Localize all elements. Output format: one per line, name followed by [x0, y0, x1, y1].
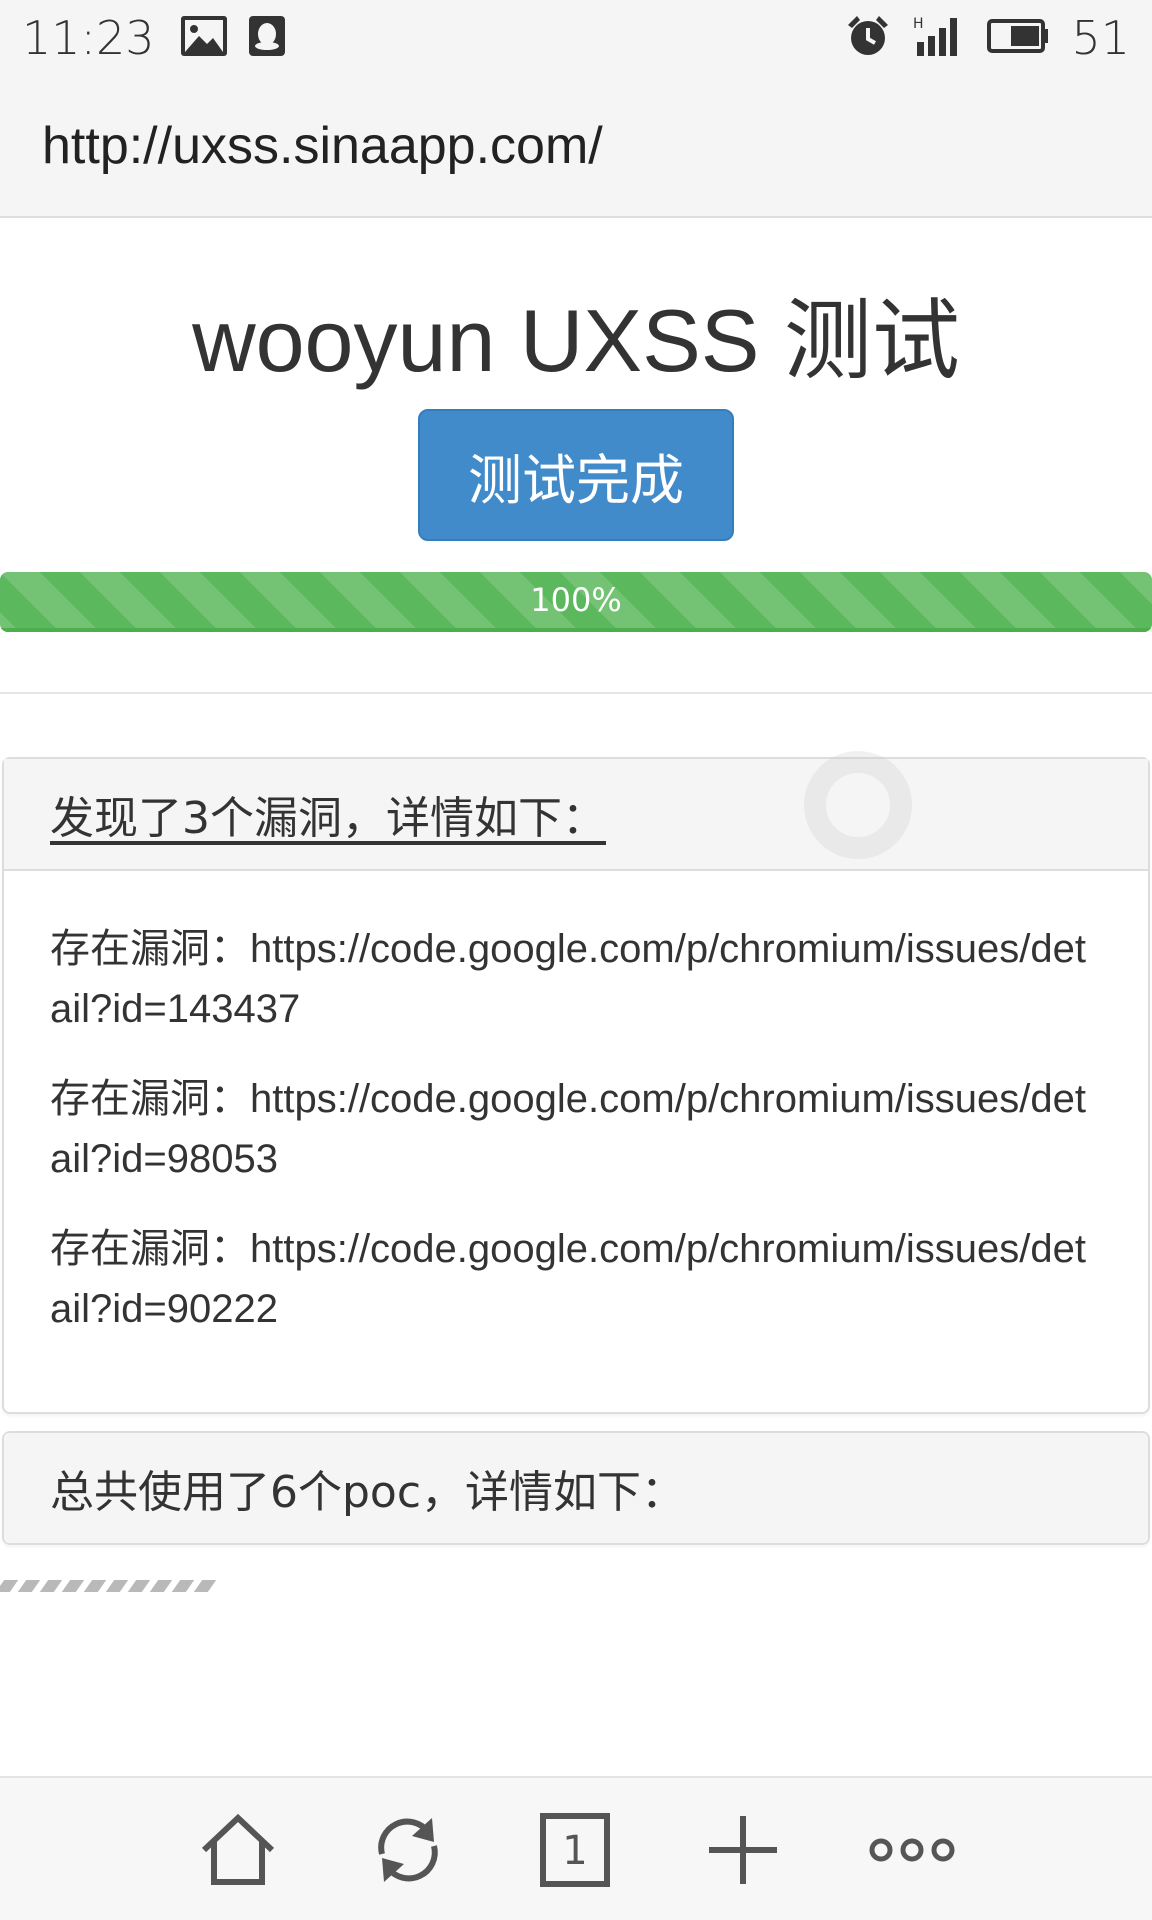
battery-icon — [987, 18, 1049, 58]
issue-prefix: 存在漏洞： — [50, 926, 250, 972]
list-item: 存在漏洞：https://code.google.com/p/chromium/… — [50, 1069, 1102, 1189]
browser-toolbar: 1 — [0, 1776, 1152, 1920]
section-divider — [0, 692, 1152, 694]
loading-dash — [105, 1580, 129, 1592]
vulnerabilities-panel-heading[interactable]: 发现了3个漏洞，详情如下： — [4, 751, 1148, 871]
status-system-icons: H 51 — [845, 11, 1130, 65]
status-notification-icons — [179, 14, 287, 62]
loading-dash — [61, 1580, 85, 1592]
more-button[interactable] — [862, 1800, 962, 1900]
poc-panel: 总共使用了6个poc，详情如下： — [2, 1431, 1150, 1545]
issue-prefix: 存在漏洞： — [50, 1226, 250, 1272]
loading-dash — [193, 1580, 217, 1592]
qq-icon — [247, 14, 287, 62]
plus-icon — [709, 1816, 777, 1884]
loading-dash — [83, 1580, 107, 1592]
poc-heading: 总共使用了6个poc，详情如下： — [50, 1467, 686, 1518]
new-tab-button[interactable] — [693, 1800, 793, 1900]
loading-indicator — [0, 1580, 217, 1592]
vulnerabilities-panel: 发现了3个漏洞，详情如下： 存在漏洞：https://code.google.c… — [2, 751, 1150, 1414]
progress-bar: 100% — [0, 572, 1152, 632]
loading-dash — [171, 1580, 195, 1592]
list-item: 存在漏洞：https://code.google.com/p/chromium/… — [50, 919, 1102, 1039]
image-icon — [179, 14, 229, 62]
signal-icon: H — [913, 14, 965, 62]
poc-panel-heading[interactable]: 总共使用了6个poc，详情如下： — [4, 1433, 1148, 1543]
vulnerabilities-list: 存在漏洞：https://code.google.com/p/chromium/… — [4, 871, 1148, 1409]
loading-dash — [39, 1580, 63, 1592]
refresh-icon — [378, 1818, 438, 1882]
progress-fill: 100% — [0, 572, 1152, 632]
battery-percent: 51 — [1071, 11, 1130, 65]
svg-text:H: H — [913, 16, 924, 32]
tab-count: 1 — [562, 1828, 587, 1874]
url-text[interactable]: http://uxss.sinaapp.com/ — [42, 116, 603, 176]
loading-dash — [17, 1580, 41, 1592]
alarm-icon — [845, 13, 891, 63]
list-item: 存在漏洞：https://code.google.com/p/chromium/… — [50, 1219, 1102, 1339]
vulnerabilities-heading-link[interactable]: 发现了3个漏洞，详情如下： — [50, 782, 606, 846]
address-bar[interactable]: http://uxss.sinaapp.com/ — [0, 76, 1152, 218]
progress-label: 100% — [530, 581, 622, 619]
test-status-button[interactable]: 测试完成 — [418, 409, 734, 541]
home-button[interactable] — [188, 1800, 288, 1900]
tabs-button[interactable]: 1 — [525, 1800, 625, 1900]
loading-dash — [0, 1580, 19, 1592]
loading-dash — [127, 1580, 151, 1592]
loading-dash — [149, 1580, 173, 1592]
status-bar: 11:23 H 51 — [0, 0, 1152, 76]
more-icon — [869, 1838, 955, 1862]
touch-ripple — [804, 751, 912, 859]
page-title: wooyun UXSS 测试 — [192, 291, 960, 390]
status-time: 11:23 — [22, 11, 155, 65]
refresh-button[interactable] — [358, 1800, 458, 1900]
issue-prefix: 存在漏洞： — [50, 1076, 250, 1122]
tabs-icon: 1 — [540, 1813, 610, 1887]
home-icon — [201, 1813, 275, 1885]
